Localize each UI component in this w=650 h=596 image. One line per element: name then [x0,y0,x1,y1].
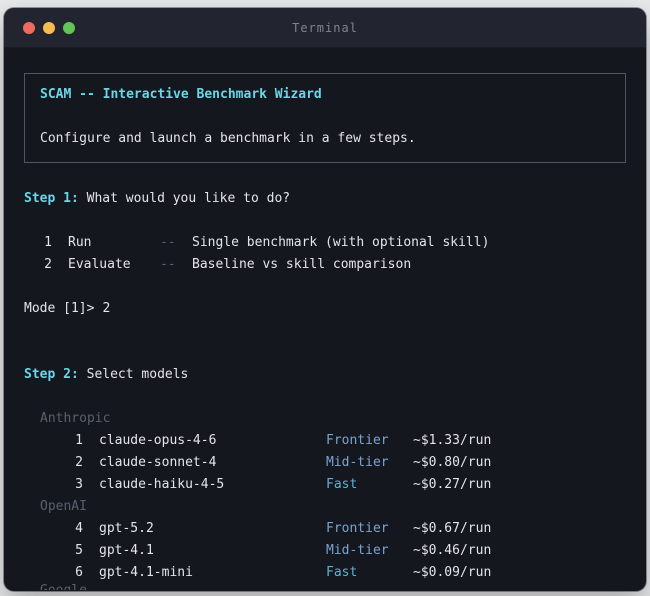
model-number: 6 [24,562,83,584]
model-cost: ~$0.27/run [413,477,491,492]
option-description: Single benchmark (with optional skill) [192,235,489,250]
wizard-banner-box: SCAM -- Interactive Benchmark Wizard Con… [24,73,626,163]
step1-label: Step 1: [24,191,79,206]
model-row: 2 claude-sonnet-4Mid-tier~$0.80/run [24,452,626,474]
model-number: 2 [24,452,83,474]
model-number: 3 [24,474,83,496]
model-name: gpt-4.1 [99,540,326,562]
model-cost: ~$0.80/run [413,455,491,470]
model-tier-badge: Mid-tier [326,540,413,562]
mode-option-evaluate: 2 Evaluate--Baseline vs skill comparison [24,254,626,276]
mode-input-value[interactable]: 2 [102,301,110,316]
step1-heading: Step 1: What would you like to do? [24,188,626,210]
mode-prompt-line: Mode [1]> 2 [24,298,626,320]
model-cost: ~$1.33/run [413,433,491,448]
model-row: 4 gpt-5.2Frontier~$0.67/run [24,518,626,540]
terminal-content: SCAM -- Interactive Benchmark Wizard Con… [4,48,646,590]
wizard-title: SCAM -- Interactive Benchmark Wizard [40,84,610,106]
model-row: 1 claude-opus-4-6Frontier~$1.33/run [24,430,626,452]
step2-question: Select models [87,367,189,382]
model-row: 5 gpt-4.1Mid-tier~$0.46/run [24,540,626,562]
model-name: claude-sonnet-4 [99,452,326,474]
title-bar[interactable]: Terminal [4,8,646,48]
terminal-window: Terminal SCAM -- Interactive Benchmark W… [4,8,646,591]
model-name: claude-haiku-4-5 [99,474,326,496]
model-row: 6 gpt-4.1-miniFast~$0.09/run [24,562,626,584]
mode-option-run: 1 Run--Single benchmark (with optional sk… [24,232,626,254]
model-number: 1 [24,430,83,452]
step2-heading: Step 2: Select models [24,364,626,386]
option-number: 1 [24,232,52,254]
option-number: 2 [24,254,52,276]
wizard-subtitle: Configure and launch a benchmark in a fe… [40,128,610,150]
model-number: 4 [24,518,83,540]
option-separator: -- [160,232,192,254]
model-number: 5 [24,540,83,562]
mode-prompt-label: Mode [1]> [24,301,94,316]
model-name: gpt-5.2 [99,518,326,540]
model-name: claude-opus-4-6 [99,430,326,452]
model-tier-badge: Frontier [326,430,413,452]
model-list: Anthropic 1claude-opus-4-6Frontier~$1.33… [24,408,626,590]
model-name: gpt-4.1-mini [99,562,326,584]
provider-header-openai: OpenAI [24,496,626,518]
window-title: Terminal [4,21,646,35]
step2-label: Step 2: [24,367,79,382]
option-separator: -- [160,254,192,276]
model-tier-badge: Fast [326,562,413,584]
option-name: Run [68,232,160,254]
model-cost: ~$0.67/run [413,521,491,536]
model-cost: ~$0.09/run [413,565,491,580]
model-cost: ~$0.46/run [413,543,491,558]
option-description: Baseline vs skill comparison [192,257,411,272]
model-tier-badge: Frontier [326,518,413,540]
step1-question: What would you like to do? [87,191,291,206]
mode-options: 1 Run--Single benchmark (with optional sk… [24,232,626,276]
provider-header-anthropic: Anthropic [24,408,626,430]
option-name: Evaluate [68,254,160,276]
clipped-next-provider: Google [24,584,626,590]
model-row: 3 claude-haiku-4-5Fast~$0.27/run [24,474,626,496]
model-tier-badge: Mid-tier [326,452,413,474]
model-tier-badge: Fast [326,474,413,496]
